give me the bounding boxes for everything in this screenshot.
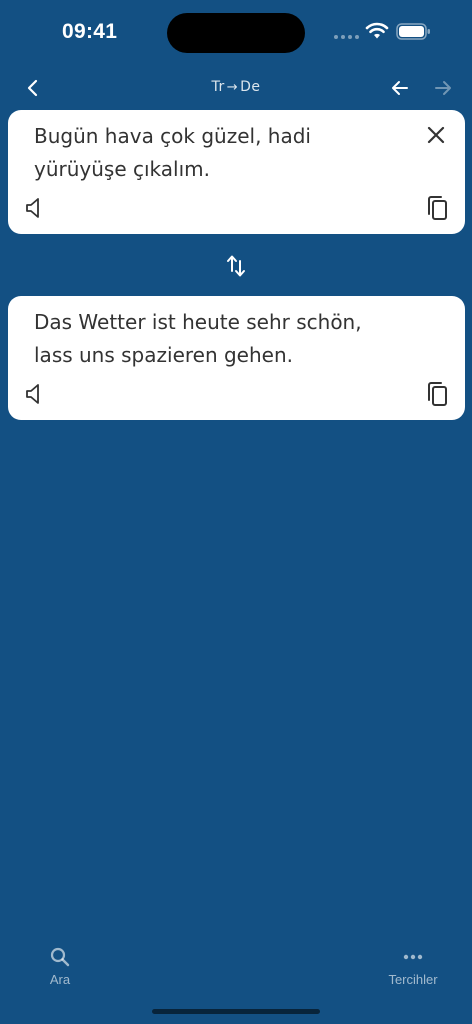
home-indicator[interactable] — [152, 1009, 320, 1014]
arrow-right-icon[interactable] — [432, 77, 454, 99]
search-icon — [50, 947, 70, 967]
source-text-card[interactable]: Bugün hava çok güzel, hadi yürüyüşe çıka… — [8, 110, 465, 234]
more-horizontal-icon — [403, 954, 423, 960]
status-bar: 09:41 — [0, 0, 472, 64]
swap-vertical-icon[interactable] — [225, 253, 247, 279]
tab-preferences[interactable]: Tercihler — [373, 940, 453, 987]
battery-icon — [396, 23, 430, 40]
tab-preferences-label: Tercihler — [388, 972, 438, 987]
translated-text[interactable]: Das Wetter ist heute sehr schön, lass un… — [34, 306, 404, 372]
tab-search-label: Ara — [49, 972, 71, 987]
wifi-icon — [365, 22, 389, 39]
translation-card[interactable]: Das Wetter ist heute sehr schön, lass un… — [8, 296, 465, 420]
tab-bar: Ara Tercihler — [0, 940, 472, 1000]
language-arrow: → — [226, 80, 239, 95]
tab-search[interactable]: Ara — [20, 940, 100, 987]
target-language: De — [240, 79, 261, 95]
source-language: Tr — [211, 79, 225, 95]
source-text[interactable]: Bugün hava çok güzel, hadi yürüyüşe çıka… — [34, 120, 404, 186]
copy-icon[interactable] — [425, 194, 449, 222]
copy-icon[interactable] — [425, 380, 449, 408]
close-icon[interactable] — [425, 124, 447, 146]
speaker-icon[interactable] — [24, 196, 46, 220]
navigation-bar: Tr → De — [0, 70, 472, 106]
dynamic-island — [167, 13, 305, 53]
cellular-signal-icon — [334, 35, 359, 39]
speaker-icon[interactable] — [24, 382, 46, 406]
arrow-left-icon[interactable] — [389, 77, 411, 99]
status-time: 09:41 — [62, 20, 118, 43]
